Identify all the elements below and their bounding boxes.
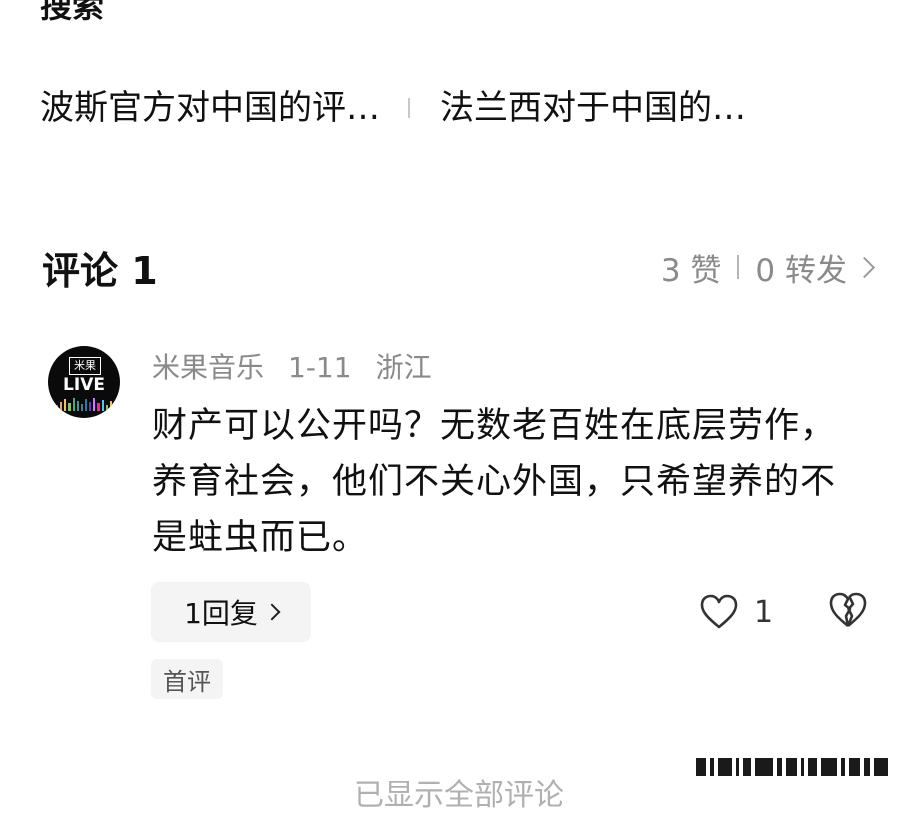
post-stats[interactable]: 3 赞 0 转发 [661, 245, 878, 290]
watermark-graphic [696, 756, 888, 778]
replies-label: 1回复 [184, 597, 258, 630]
heart-icon [700, 594, 738, 629]
comment-location: 浙江 [375, 351, 432, 384]
chevron-right-icon [853, 256, 876, 278]
avatar-logo-live: LIVE [63, 375, 105, 395]
broken-heart-icon[interactable] [828, 590, 868, 630]
comment-date: 1-11 [288, 351, 352, 384]
like-button[interactable]: 1 [700, 588, 773, 636]
avatar-equalizer-graphic [56, 397, 112, 411]
comments-title: 评论 1 [42, 248, 158, 293]
likes-count: 3 赞 [660, 252, 722, 289]
related-item[interactable]: 波斯官方对中国的评… [40, 84, 380, 132]
comment-text: 财产可以公开吗？无数老百姓在底层劳作，养育社会，他们不关心外国，只希望养的不是蛀… [152, 406, 837, 558]
all-comments-shown-notice: 已显示全部评论 [354, 778, 564, 813]
avatar[interactable]: 米果 LIVE [48, 346, 120, 418]
avatar-logo-mark: 米果 [69, 357, 101, 375]
related-item[interactable]: 法兰西对于中国的… [440, 84, 746, 132]
stats-divider [737, 255, 740, 279]
shares-count: 0 转发 [755, 252, 847, 289]
like-count: 1 [754, 594, 774, 630]
replies-button[interactable]: 1回复 [151, 582, 311, 642]
related-divider [408, 98, 410, 118]
comment-meta: 米果音乐 1-11 浙江 [152, 348, 432, 388]
comment-author[interactable]: 米果音乐 [152, 348, 264, 388]
related-searches: 波斯官方对中国的评… 法兰西对于中国的… [40, 84, 880, 132]
search-heading: 搜索 [40, 0, 105, 25]
first-comment-badge: 首评 [151, 659, 223, 699]
comments-header: 评论 1 3 赞 0 转发 [42, 242, 878, 293]
chevron-right-icon [263, 603, 281, 621]
